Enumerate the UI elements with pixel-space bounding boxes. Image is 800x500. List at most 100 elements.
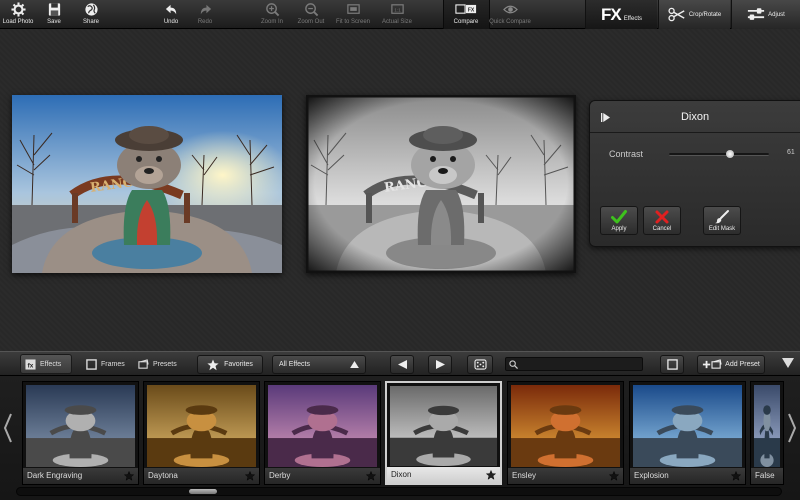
next-button[interactable] [428, 355, 452, 374]
tab-browser-effects[interactable]: fx Effects [20, 354, 72, 374]
tab-adjust-label: Adjust [768, 11, 785, 18]
actual-size-icon: 1:1 [390, 4, 404, 14]
load-photo-button[interactable]: Load Photo [2, 2, 34, 28]
quick-compare-button[interactable]: Quick Compare [488, 2, 532, 28]
compare-fx-text: FX [468, 7, 475, 13]
search-input[interactable] [520, 359, 640, 370]
undo-button[interactable]: Undo [161, 2, 181, 28]
tab-presets[interactable]: Presets [134, 354, 181, 374]
zoom-out-button[interactable]: Zoom Out [296, 2, 326, 28]
share-label: Share [82, 19, 99, 25]
effects-filter-select[interactable]: All Effects [272, 355, 366, 374]
effect-thumbnail-engraving[interactable]: Dark Engraving [22, 381, 139, 485]
actual-size-label: Actual Size [381, 19, 412, 25]
strip-right-arrow[interactable] [785, 406, 799, 450]
effect-thumbnail-dixon[interactable]: Dixon [385, 381, 502, 485]
thumbnail-image [511, 385, 620, 467]
top-toolbar: Load Photo Save Share Undo Redo Zoom In … [0, 0, 800, 29]
strip-left-arrow[interactable] [1, 406, 15, 450]
globe-icon [84, 3, 98, 16]
compare-split-icon: FX [455, 4, 477, 14]
brush-icon [715, 210, 729, 224]
presets-icon [138, 358, 149, 369]
favorite-star-icon[interactable] [486, 470, 496, 480]
favorite-star-icon[interactable] [366, 471, 376, 481]
fit-to-screen-button[interactable]: Fit to Screen [334, 2, 372, 28]
thumbnail-label: Derby [265, 468, 380, 484]
edit-mask-button[interactable]: Edit Mask [703, 206, 741, 235]
gear-icon [10, 2, 26, 17]
favorite-star-icon[interactable] [124, 471, 134, 481]
tab-browser-effects-label: Effects [40, 360, 62, 368]
tab-crop-rotate-label: Crop/Rotate [688, 11, 722, 18]
thumbnail-label: Dark Engraving [23, 468, 138, 484]
save-label: Save [47, 19, 61, 25]
effects-strip: Dark Engraving Daytona Derby Dixon Ensley Exp… [0, 376, 800, 500]
favorites-label: Favorites [224, 361, 253, 368]
effect-thumbnail-explosion[interactable]: Explosion [629, 381, 746, 485]
contrast-slider[interactable] [669, 150, 769, 158]
square-outline-icon [666, 359, 678, 370]
svg-text:1:1: 1:1 [394, 7, 401, 12]
search-field[interactable] [505, 357, 643, 371]
add-preset-button[interactable]: Add Preset [697, 355, 765, 374]
effect-thumbnail-daytona[interactable]: Daytona [143, 381, 260, 485]
favorite-star-icon[interactable] [245, 471, 255, 481]
effects-filter-value: All Effects [279, 361, 310, 368]
panel-header: Dixon [590, 101, 800, 133]
apply-label: Apply [611, 226, 627, 232]
thumbnail-label: Dixon [387, 467, 500, 483]
strip-scrollbar-thumb[interactable] [189, 489, 217, 494]
zoom-out-icon [304, 3, 318, 17]
cancel-label: Cancel [652, 226, 672, 232]
triangle-up-icon [350, 361, 359, 368]
tab-frames-label: Frames [101, 360, 125, 368]
actual-size-button[interactable]: 1:1 Actual Size [380, 2, 414, 28]
undo-arrow-icon [165, 4, 176, 15]
favorite-star-icon[interactable] [609, 471, 619, 481]
thumbnail-label: Explosion [630, 468, 745, 484]
tab-crop-rotate[interactable]: Crop/Rotate [658, 0, 730, 29]
collapse-triangle-icon[interactable] [782, 358, 794, 368]
random-effect-button[interactable] [467, 355, 493, 374]
toggle-view-button[interactable] [660, 355, 684, 374]
scissors-icon [668, 7, 685, 22]
share-button[interactable]: Share [80, 2, 102, 28]
star-icon [207, 359, 219, 370]
undo-label: Undo [163, 19, 179, 25]
dice-icon [473, 359, 487, 370]
compare-button[interactable]: FX Compare [446, 2, 486, 28]
thumbnail-image [26, 385, 135, 467]
effect-thumbnail-false[interactable]: False [750, 381, 784, 485]
contrast-value: 61 [787, 149, 795, 156]
strip-scrollbar[interactable] [16, 487, 782, 496]
compare-label: Compare [453, 19, 479, 25]
previous-button[interactable] [390, 355, 414, 374]
floppy-disk-icon [48, 3, 60, 16]
quick-compare-label: Quick Compare [489, 19, 531, 25]
zoom-out-label: Zoom Out [297, 19, 325, 25]
favorites-button[interactable]: Favorites [197, 355, 263, 374]
frame-icon [86, 358, 97, 370]
red-x-icon [655, 210, 669, 224]
tab-adjust[interactable]: Adjust [731, 0, 800, 29]
original-photo[interactable]: RANCHO [12, 95, 282, 273]
tab-frames[interactable]: Frames [82, 354, 129, 374]
contrast-label: Contrast [609, 149, 644, 159]
sliders-icon [748, 8, 765, 20]
fx-box-icon: fx [25, 358, 36, 370]
save-button[interactable]: Save [43, 2, 65, 28]
contrast-slider-thumb[interactable] [726, 150, 734, 158]
zoom-in-label: Zoom In [260, 19, 283, 25]
play-icon[interactable] [601, 113, 610, 122]
redo-button[interactable]: Redo [195, 2, 215, 28]
preview-photo[interactable]: RANCHO [306, 95, 576, 273]
effect-thumbnail-derby[interactable]: Derby [264, 381, 381, 485]
favorite-star-icon[interactable] [731, 471, 741, 481]
zoom-in-button[interactable]: Zoom In [257, 2, 287, 28]
effect-thumbnail-ensley[interactable]: Ensley [507, 381, 624, 485]
redo-arrow-icon [200, 4, 211, 15]
cancel-button[interactable]: Cancel [643, 206, 681, 235]
apply-button[interactable]: Apply [600, 206, 638, 235]
tab-effects[interactable]: FX Effects [585, 0, 657, 29]
